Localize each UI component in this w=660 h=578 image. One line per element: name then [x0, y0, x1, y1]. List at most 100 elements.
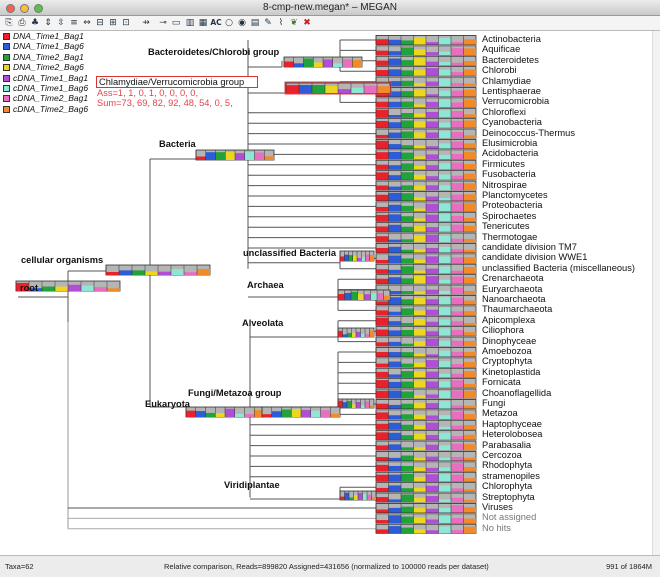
leaf-label[interactable]: candidate division WWE1 [482, 252, 587, 262]
leaf-label[interactable]: Viruses [482, 502, 513, 512]
tooltip-title: Chlamydiae/Verrucomicrobia group [96, 76, 258, 88]
node-size-icon[interactable]: ⊡ [120, 17, 132, 29]
node-bar-segment [463, 48, 476, 55]
leaf-label[interactable]: unclassified Bacteria (miscellaneous) [482, 263, 635, 273]
leaf-label[interactable]: Chlamydiae [482, 76, 531, 86]
leaf-label[interactable]: Verrucomicrobia [482, 96, 549, 106]
leaf-label[interactable]: Bacteroidetes [482, 55, 539, 65]
leaf-label[interactable]: Fungi [482, 398, 505, 408]
blocks-icon[interactable]: ▤ [249, 17, 261, 29]
zoom-window-button[interactable] [34, 4, 43, 13]
leaf-label[interactable]: Nitrospirae [482, 180, 527, 190]
node-bar-segment [376, 247, 389, 253]
vertical-scrollbar[interactable] [652, 31, 660, 555]
leaf-icon[interactable]: ❦ [288, 17, 300, 29]
circle-icon[interactable]: ○ [223, 17, 235, 29]
zoom-out-icon[interactable]: ⊟ [94, 17, 106, 29]
leaf-label[interactable]: Heterolobosea [482, 429, 542, 439]
leaf-label[interactable]: Crenarchaeota [482, 273, 544, 283]
leaf-label[interactable]: Nanoarchaeota [482, 294, 546, 304]
node-label-viridiplantae[interactable]: Viridiplantae [224, 480, 280, 491]
leaf-label[interactable]: Choanoflagellida [482, 388, 551, 398]
leaf-label[interactable]: Ciliophora [482, 325, 524, 335]
uncollapse-icon[interactable]: ⇔ [81, 17, 93, 29]
leaf-label[interactable]: Chlorophyta [482, 481, 532, 491]
leaf-label[interactable]: Proteobacteria [482, 200, 542, 210]
leaf-label[interactable]: Actinobacteria [482, 34, 541, 44]
leaf-label[interactable]: Cercozoa [482, 450, 522, 460]
node-box-icon[interactable]: ▭ [170, 17, 182, 29]
legend-item[interactable]: cDNA_Time2_Bag6 [3, 104, 88, 114]
select-node-icon[interactable]: ⊸ [157, 17, 169, 29]
legend-item[interactable]: DNA_Time1_Bag6 [3, 41, 84, 51]
ac-icon[interactable]: AC [210, 17, 222, 29]
node-bar-segment [413, 165, 426, 170]
select-icon[interactable]: ⇸ [140, 17, 152, 29]
comb-icon[interactable]: ⌇ [275, 17, 287, 29]
leaf-label[interactable]: Chlorobi [482, 65, 517, 75]
node-label-alveolata[interactable]: Alveolata [242, 318, 283, 329]
leaf-label[interactable]: candidate division TM7 [482, 242, 577, 252]
minimize-window-button[interactable] [20, 4, 29, 13]
node-label-eukaryota[interactable]: Eukaryota [145, 399, 190, 410]
collapse-icon[interactable]: ⇳ [55, 17, 67, 29]
heatmap-icon[interactable]: ▦ [197, 17, 209, 29]
leaf-label[interactable]: Apicomplexa [482, 315, 535, 325]
leaf-label[interactable]: Thermotogae [482, 232, 537, 242]
leaf-label[interactable]: Haptophyceae [482, 419, 542, 429]
node-label-root[interactable]: root [20, 283, 38, 294]
expand-icon[interactable]: ⇕ [42, 17, 54, 29]
legend-item[interactable]: cDNA_Time1_Bag1 [3, 73, 88, 83]
leaf-label[interactable]: Acidobacteria [482, 148, 538, 158]
leaf-label[interactable]: Planctomycetes [482, 190, 548, 200]
leaf-label[interactable]: Fusobacteria [482, 169, 536, 179]
leaf-label[interactable]: Tenericutes [482, 221, 530, 231]
leaf-label[interactable]: Spirochaetes [482, 211, 536, 221]
leaf-label[interactable]: Elusimicrobia [482, 138, 537, 148]
leaf-label[interactable]: Aquificae [482, 44, 520, 54]
zoom-in-icon[interactable]: ⊞ [107, 17, 119, 29]
leaf-label[interactable]: Cyanobacteria [482, 117, 542, 127]
legend-item[interactable]: DNA_Time2_Bag1 [3, 52, 84, 62]
leaf-label[interactable]: Metazoa [482, 408, 518, 418]
leaf-label[interactable]: Amoebozoa [482, 346, 532, 356]
leaf-label[interactable]: Thaumarchaeota [482, 304, 552, 314]
node-label-archaea[interactable]: Archaea [247, 280, 284, 291]
node-label-cellular-organisms[interactable]: cellular organisms [21, 255, 103, 266]
leaf-label[interactable]: Dinophyceae [482, 336, 536, 346]
leaf-label[interactable]: Parabasalia [482, 440, 531, 450]
close-x-icon[interactable]: ✖ [301, 17, 313, 29]
leaf-label[interactable]: Firmicutes [482, 159, 525, 169]
leaf-label[interactable]: Not assigned [482, 512, 536, 522]
leaf-label[interactable]: Chloroflexi [482, 107, 526, 117]
legend-item[interactable]: DNA_Time1_Bag1 [3, 31, 84, 41]
copy-icon[interactable]: ⎘ [3, 17, 15, 29]
node-bar-segment [438, 426, 451, 430]
bar-chart-icon[interactable]: ▥ [184, 17, 196, 29]
leaf-label[interactable]: Cryptophyta [482, 356, 532, 366]
tree-icon[interactable]: ♣ [29, 17, 41, 29]
print-icon[interactable]: ⎙ [16, 17, 28, 29]
node-label-bacteria[interactable]: Bacteria [159, 139, 196, 150]
legend-item[interactable]: cDNA_Time2_Bag1 [3, 93, 88, 103]
leaf-label[interactable]: Euryarchaeota [482, 284, 542, 294]
leaf-label[interactable]: Lentisphaerae [482, 86, 541, 96]
leaf-label[interactable]: Fornicata [482, 377, 521, 387]
collapse-all-icon[interactable]: ≡ [68, 17, 80, 29]
leaf-label[interactable]: Streptophyta [482, 492, 535, 502]
node-label-fungi-metazoa[interactable]: Fungi/Metazoa group [188, 388, 281, 399]
target-icon[interactable]: ◉ [236, 17, 248, 29]
leaf-label[interactable]: Deinococcus-Thermus [482, 128, 575, 138]
leaf-label[interactable]: No hits [482, 523, 511, 533]
close-window-button[interactable] [6, 4, 15, 13]
node-label-unclassified-bacteria[interactable]: unclassified Bacteria [243, 248, 336, 259]
tree-canvas[interactable]: root cellular organisms Bacteria Bactero… [0, 31, 660, 553]
leaf-label[interactable]: Rhodophyta [482, 460, 532, 470]
legend-item[interactable]: cDNA_Time1_Bag6 [3, 83, 88, 93]
leaf-label[interactable]: stramenopiles [482, 471, 540, 481]
tools-icon[interactable]: ✎ [262, 17, 274, 29]
node-bar-segment [376, 152, 389, 159]
leaf-label[interactable]: Kinetoplastida [482, 367, 540, 377]
node-label-bacteroidetes-chlorobi[interactable]: Bacteroidetes/Chlorobi group [148, 47, 279, 58]
legend-item[interactable]: DNA_Time2_Bag6 [3, 62, 84, 72]
